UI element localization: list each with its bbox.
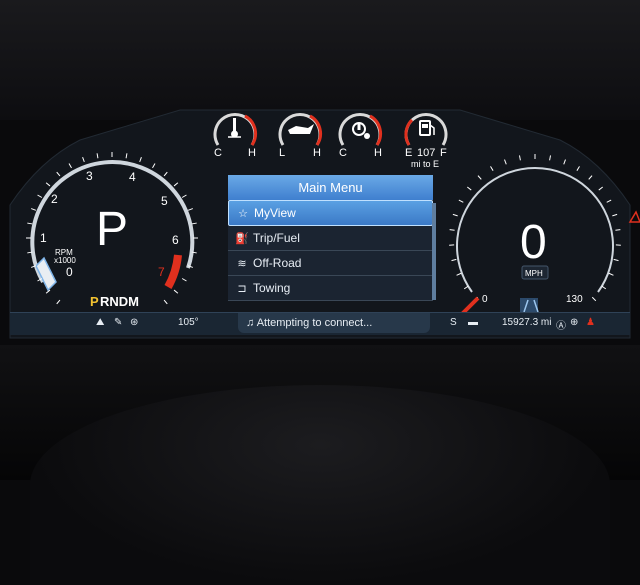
seatbelt-icon: ♟ bbox=[586, 317, 595, 328]
media-status-text: Attempting to connect... bbox=[257, 317, 373, 329]
off-road-mode-icon: ⛰ bbox=[96, 317, 104, 328]
speed-unit: MPH bbox=[525, 269, 543, 278]
tach-tick-label-4: 4 bbox=[129, 170, 136, 184]
menu-title: Main Menu bbox=[228, 175, 433, 200]
fuel-range-unit: mi to E bbox=[411, 159, 439, 169]
vehicle-icon: ▬ bbox=[468, 317, 478, 328]
oil-high-label: H bbox=[313, 147, 321, 159]
drive-mode: S bbox=[450, 317, 457, 328]
speedo-tick bbox=[450, 230, 455, 231]
tach-tick-label-0: 0 bbox=[66, 265, 73, 279]
main-menu: Main Menu ☆ MyView ⛽ Trip/Fuel ≋ Off-Roa… bbox=[228, 175, 433, 301]
traction-icon: ⊕ bbox=[570, 317, 578, 328]
fuel-low-label: E bbox=[405, 147, 412, 159]
speedo-min-label: 0 bbox=[482, 294, 488, 305]
coolant-high-label: H bbox=[248, 147, 256, 159]
menu-item-label: Off-Road bbox=[253, 256, 301, 270]
menu-item-off-road[interactable]: ≋ Off-Road bbox=[228, 251, 433, 276]
music-note-icon: ♫ bbox=[246, 317, 254, 329]
speedo-tick bbox=[615, 230, 620, 231]
trailer-icon: ⊐ bbox=[234, 282, 250, 295]
menu-item-label: Towing bbox=[253, 281, 290, 295]
tach-tick-label-3: 3 bbox=[86, 169, 93, 183]
steering-wheel bbox=[30, 385, 610, 585]
current-speed: 0 bbox=[520, 216, 547, 269]
current-gear: P bbox=[96, 203, 128, 256]
tach-tick-label-6: 6 bbox=[172, 233, 179, 247]
rpm-multiplier-label: x1000 bbox=[54, 256, 76, 265]
odometer: 15927.3 mi bbox=[502, 317, 551, 328]
tach-tick-label-2: 2 bbox=[51, 192, 58, 206]
menu-item-towing[interactable]: ⊐ Towing bbox=[228, 276, 433, 301]
off-road-icon: ≋ bbox=[234, 257, 250, 270]
tach-tick-label-1: 1 bbox=[40, 231, 47, 245]
speedo-max-label: 130 bbox=[566, 294, 583, 305]
trans-high-label: H bbox=[374, 147, 382, 159]
fuel-high-label: F bbox=[440, 147, 447, 159]
menu-scrollbar[interactable] bbox=[432, 203, 436, 300]
fuel-range-value: 107 bbox=[417, 147, 435, 159]
tach-tick-label-7: 7 bbox=[158, 265, 165, 279]
status-bar: ⛰ ✎ ⊛ 105° ♫ Attempting to connect... S … bbox=[10, 312, 630, 335]
star-icon: ☆ bbox=[235, 207, 251, 220]
menu-item-trip-fuel[interactable]: ⛽ Trip/Fuel bbox=[228, 226, 433, 251]
gear-selector-rest: RNDM bbox=[100, 294, 139, 309]
fuel-pump-icon: ⛽ bbox=[234, 232, 250, 245]
wrench-icon: ✎ bbox=[114, 317, 122, 328]
oil-low-label: L bbox=[279, 147, 285, 159]
gear-selector-active: P bbox=[90, 294, 99, 309]
steering-wheel-icon: ⊛ bbox=[130, 317, 138, 328]
media-status: ♫ Attempting to connect... bbox=[238, 313, 430, 333]
coolant-low-label: C bbox=[214, 147, 222, 159]
menu-item-label: Trip/Fuel bbox=[253, 231, 300, 245]
trans-low-label: C bbox=[339, 147, 347, 159]
menu-item-label: MyView bbox=[254, 206, 296, 220]
menu-item-myview[interactable]: ☆ MyView bbox=[228, 200, 433, 226]
lane-keep-icon bbox=[520, 298, 538, 312]
tach-tick-label-5: 5 bbox=[161, 194, 168, 208]
outside-temperature: 105° bbox=[178, 317, 199, 328]
warning-icon bbox=[630, 212, 640, 222]
auto-stop-start-icon: Ⓐ bbox=[556, 317, 566, 332]
